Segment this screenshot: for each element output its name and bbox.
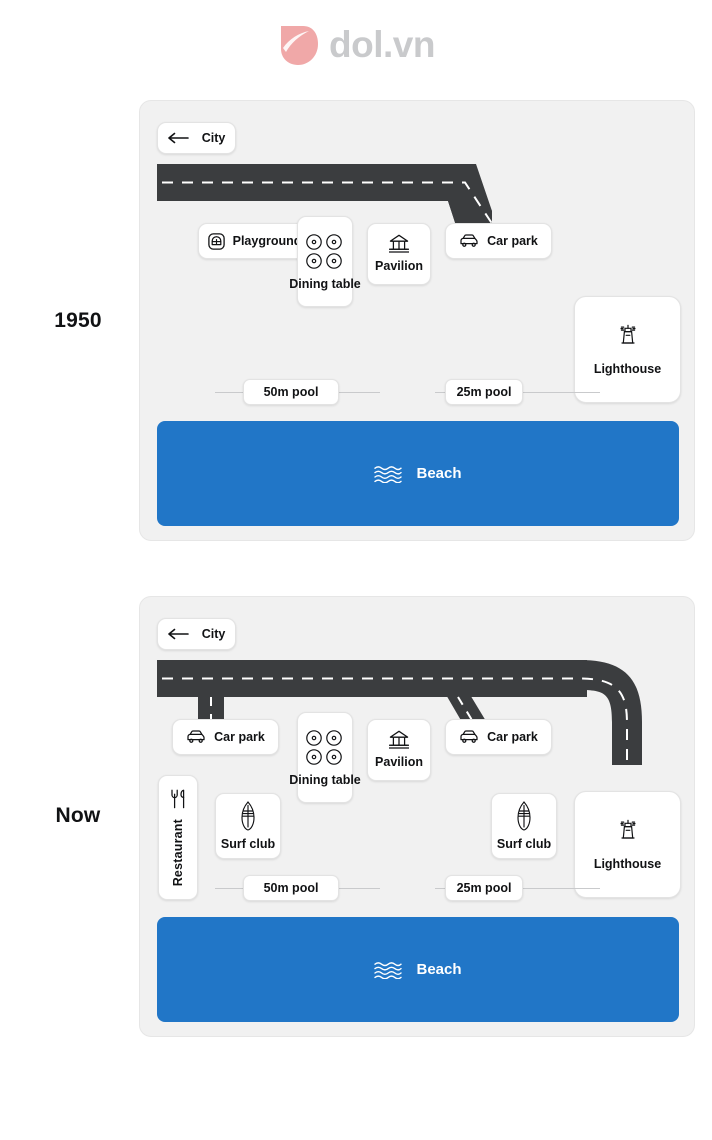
dining-table-chip-now[interactable]: Dining table [289, 712, 361, 803]
lighthouse-chip-1950[interactable]: Lighthouse [574, 296, 681, 403]
car-park-chip-1950[interactable]: Car park [445, 223, 552, 259]
dining-table-label: Dining table [289, 276, 361, 291]
pool-25m-label: 25m pool [456, 384, 512, 399]
surf-club-left-label: Surf club [220, 836, 276, 851]
lighthouse-label: Lighthouse [593, 857, 662, 872]
map-panel-1950: City Playground Dining table Pavilion Ca… [139, 100, 695, 541]
waves-icon [374, 961, 403, 979]
playground-label: Playground [232, 233, 302, 248]
pavilion-icon [389, 730, 409, 749]
pavilion-label: Pavilion [375, 259, 423, 274]
lighthouse-chip-now[interactable]: Lighthouse [574, 791, 681, 898]
pool-25m-label: 25m pool [456, 880, 512, 895]
car-icon [460, 234, 478, 247]
surf-club-left-chip-now[interactable]: Surf club [215, 793, 281, 859]
year-label-1950: 1950 [54, 309, 102, 332]
brand-name: dol.vn [329, 24, 435, 65]
cutlery-icon [171, 789, 185, 809]
pool-50m-chip-1950[interactable]: 50m pool [243, 379, 339, 405]
pavilion-chip-now[interactable]: Pavilion [367, 719, 431, 781]
dining-table-chip-1950[interactable]: Dining table [289, 216, 361, 307]
car-park-right-chip-now[interactable]: Car park [445, 719, 552, 755]
pool-25m-chip-now[interactable]: 25m pool [445, 875, 523, 901]
car-park-right-label: Car park [487, 729, 538, 744]
lighthouse-label: Lighthouse [593, 362, 662, 377]
dining-table-label: Dining table [289, 772, 361, 787]
map-stage-1950: City Playground Dining table Pavilion Ca… [140, 101, 694, 540]
car-icon [460, 730, 478, 743]
dol-leaf-logo-icon [281, 26, 319, 65]
pool-50m-chip-now[interactable]: 50m pool [243, 875, 339, 901]
car-park-left-label: Car park [214, 729, 265, 744]
surf-club-right-chip-now[interactable]: Surf club [491, 793, 557, 859]
beach-area-1950: Beach [157, 421, 679, 526]
year-label-now: Now [55, 804, 101, 827]
pavilion-label: Pavilion [375, 755, 423, 770]
car-icon [187, 730, 205, 743]
dining-table-icon [306, 234, 342, 269]
pool-50m-label: 50m pool [263, 384, 319, 399]
dining-table-icon [306, 730, 342, 765]
surfboard-icon [517, 800, 531, 831]
waves-icon [374, 465, 403, 483]
playground-icon [207, 232, 225, 250]
car-park-left-chip-now[interactable]: Car park [172, 719, 279, 755]
surf-club-right-label: Surf club [496, 836, 552, 851]
map-comparison-page: dol.vn 1950 Now City Playground Dining t… [0, 0, 712, 1140]
car-park-label: Car park [487, 233, 538, 248]
lighthouse-icon [619, 325, 636, 344]
surfboard-icon [241, 800, 255, 831]
pool-50m-label: 50m pool [263, 880, 319, 895]
beach-label: Beach [416, 465, 462, 482]
beach-area-now: Beach [157, 917, 679, 1022]
map-panel-now: City Car park Dining table Pavilion Car … [139, 596, 695, 1037]
restaurant-label: Restaurant [170, 818, 185, 887]
playground-chip-1950[interactable]: Playground [198, 223, 311, 259]
pavilion-icon [389, 234, 409, 253]
brand-logo: dol.vn [0, 22, 712, 68]
pool-25m-chip-1950[interactable]: 25m pool [445, 379, 523, 405]
lighthouse-icon [619, 820, 636, 839]
restaurant-chip-now[interactable]: Restaurant [158, 775, 198, 900]
pavilion-chip-1950[interactable]: Pavilion [367, 223, 431, 285]
map-stage-now: City Car park Dining table Pavilion Car … [140, 597, 694, 1036]
beach-label: Beach [416, 961, 462, 978]
